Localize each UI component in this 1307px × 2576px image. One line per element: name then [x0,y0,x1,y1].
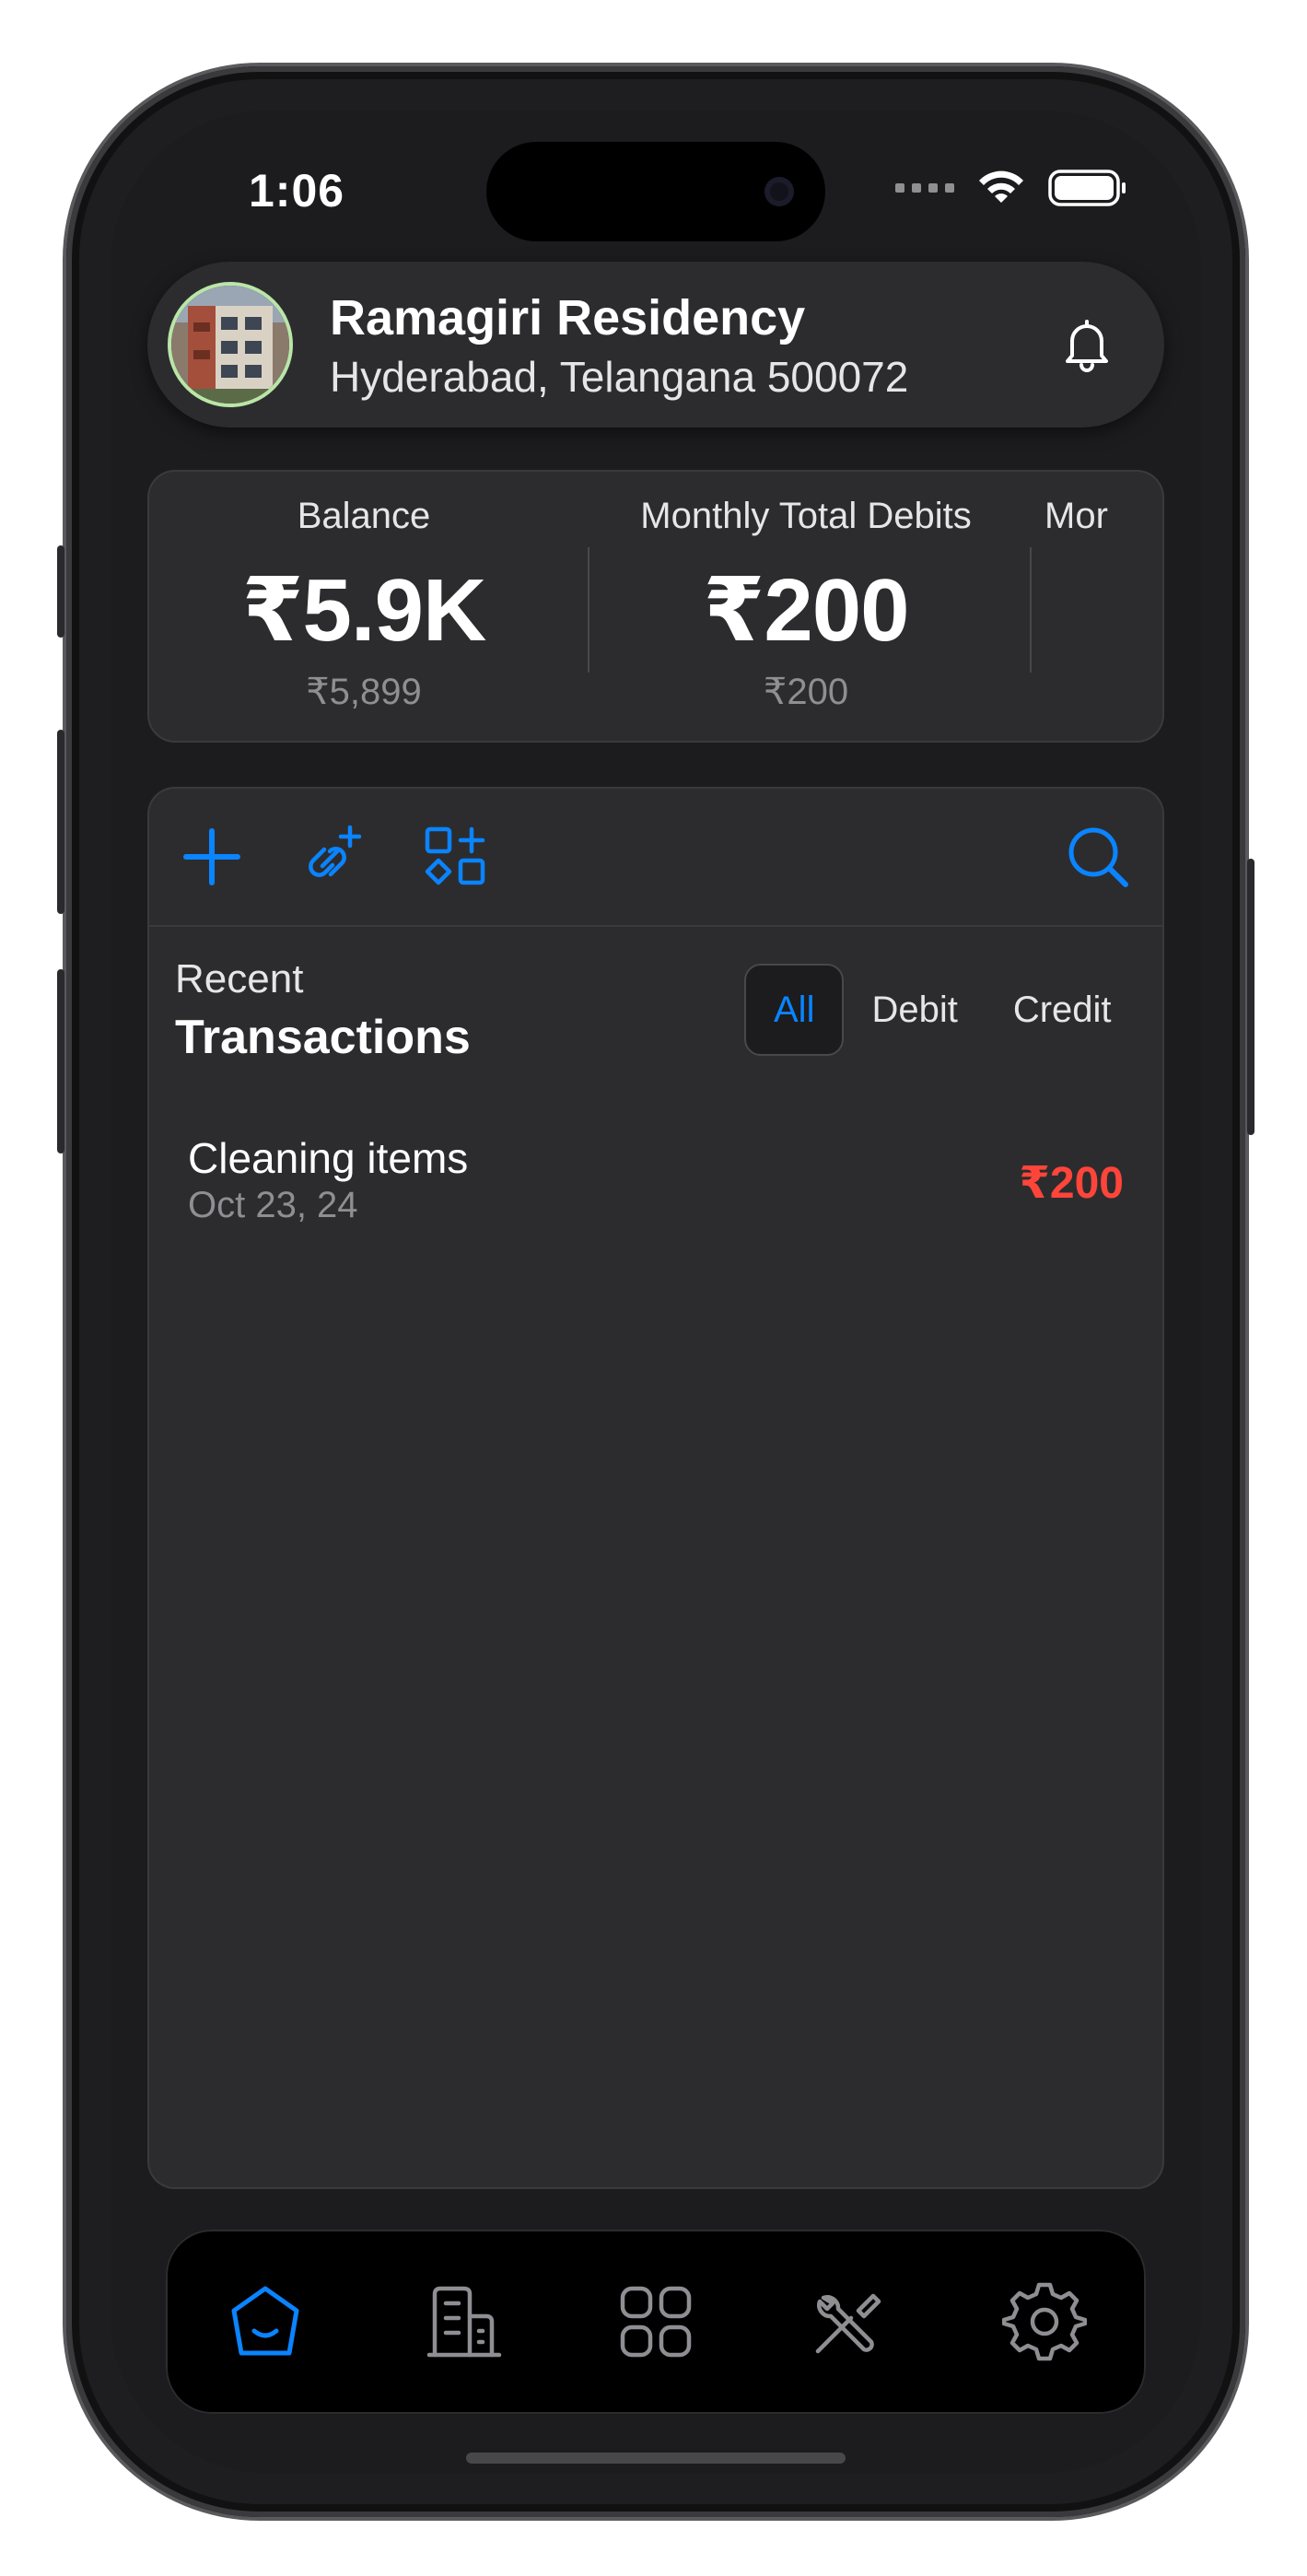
stat-monthly-debits[interactable]: Monthly Total Debits ₹200 ₹200 [589,470,1022,743]
shapes-add-icon[interactable] [420,822,490,892]
action-button [57,545,64,638]
home-icon[interactable] [223,2279,308,2364]
camera-icon [764,177,794,206]
section-subtitle: Recent [175,956,304,1001]
section-title: Transactions [175,1011,471,1064]
transaction-name: Cleaning items [188,1134,469,1182]
screen: 1:06 Ramagiri Residency Hyderabad, Telan… [111,111,1201,2473]
tab-bar [166,2230,1146,2414]
transactions-toolbar [147,787,1164,927]
filter-debit[interactable]: Debit [844,964,985,1056]
home-indicator[interactable] [466,2453,846,2464]
cellular-signal-icon [895,183,954,193]
stat-partial[interactable]: Mor [1032,470,1164,743]
stats-carousel[interactable]: Balance ₹5.9K ₹5,899 Monthly Total Debit… [147,470,1164,743]
transaction-amount: ₹200 [1019,1159,1124,1208]
volume-up-button [57,730,64,914]
link-add-icon[interactable] [297,822,367,892]
settings-icon[interactable] [1002,2279,1087,2364]
battery-icon [1048,170,1126,206]
stat-value: ₹200 [703,561,910,660]
stat-label: Mor [1044,496,1108,536]
dynamic-island [486,142,825,241]
wifi-icon [979,170,1023,203]
transactions-panel: Recent Transactions All Debit Credit Cle… [147,787,1164,2189]
stat-label: Monthly Total Debits [640,496,972,536]
property-name: Ramagiri Residency [330,290,806,345]
bell-icon[interactable] [1056,313,1118,376]
transaction-date: Oct 23, 24 [188,1185,358,1225]
property-header[interactable]: Ramagiri Residency Hyderabad, Telangana … [147,262,1164,427]
building-icon[interactable] [422,2279,507,2364]
grid-icon[interactable] [613,2279,698,2364]
power-button [1247,859,1254,1135]
stat-value: ₹5.9K [241,561,487,660]
stat-balance[interactable]: Balance ₹5.9K ₹5,899 [147,470,580,743]
phone-frame: 1:06 Ramagiri Residency Hyderabad, Telan… [57,66,1254,2517]
filter-credit[interactable]: Credit [986,964,1139,1056]
building-photo [171,286,289,404]
stat-label: Balance [297,496,431,536]
filter-all[interactable]: All [744,964,845,1056]
search-icon[interactable] [1063,822,1133,892]
volume-down-button [57,969,64,1153]
property-avatar [168,282,293,407]
status-time: 1:06 [249,165,345,217]
transaction-filter: All Debit Credit [744,962,1139,1058]
transaction-row[interactable]: Cleaning items Oct 23, 24 ₹200 [188,1133,1124,1244]
status-indicators [895,166,1127,210]
property-address: Hyderabad, Telangana 500072 [330,353,909,401]
tools-icon[interactable] [805,2279,890,2364]
plus-icon[interactable] [177,822,247,892]
stat-value-full: ₹200 [763,672,849,712]
stat-value-full: ₹5,899 [306,672,422,712]
